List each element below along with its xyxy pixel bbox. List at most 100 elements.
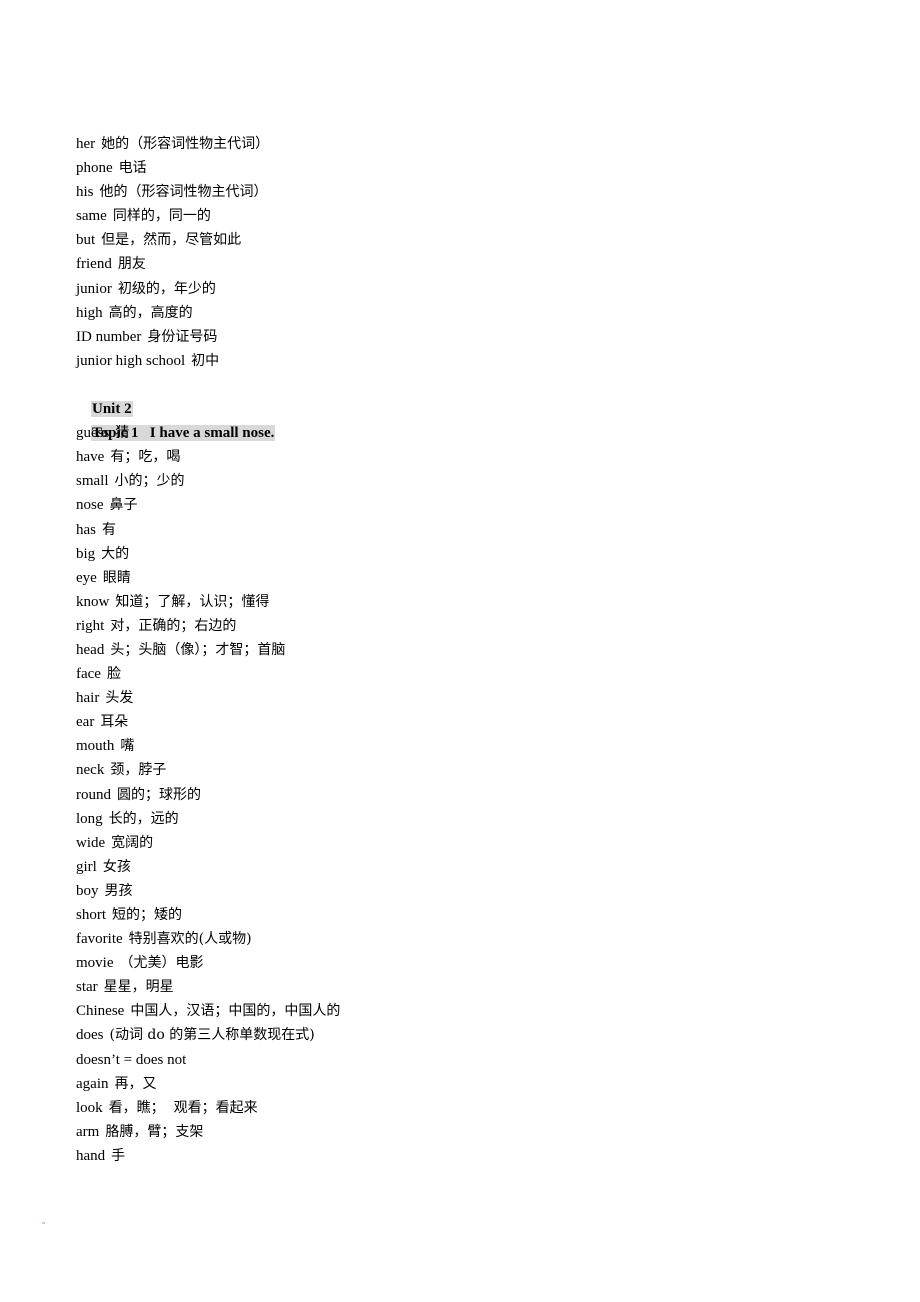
- vocab-definition: 头；头脑（像）；才智；首脑: [110, 641, 286, 658]
- vocab-definition: 鼻子: [109, 497, 138, 514]
- vocab-entry: neck 颈，脖子: [76, 758, 856, 782]
- vocab-term: know: [76, 593, 110, 610]
- vocab-entry: same 同样的，同一的: [76, 204, 856, 228]
- vocab-entry: long 长的，远的: [76, 807, 856, 831]
- vocab-entry: ear 耳朵: [76, 710, 856, 734]
- vocab-definition: （尤美）电影: [119, 955, 204, 972]
- vocab-term: her: [76, 136, 96, 152]
- vocab-entry: boy 男孩: [76, 879, 856, 903]
- vocab-term: ear: [76, 714, 95, 731]
- vocab-term: Chinese: [76, 1003, 125, 1020]
- vocab-definition: 有: [102, 521, 116, 538]
- vocab-definition: 嘴: [120, 738, 135, 755]
- vocab-term: look: [76, 1099, 103, 1116]
- vocab-term: hair: [76, 690, 100, 707]
- vocab-entry: short 短的；矮的: [76, 903, 856, 927]
- vocab-definition: 眼睛: [102, 569, 131, 586]
- vocab-entry: again 再，又: [76, 1072, 856, 1096]
- vocab-term: big: [76, 545, 96, 562]
- vocab-entry: her 她的（形容词性物主代词）: [76, 132, 856, 156]
- vocab-term: guess: [76, 425, 110, 442]
- corner-artifact: [42, 1222, 45, 1224]
- vocab-definition: 颈，脖子: [110, 762, 167, 779]
- vocab-definition: 宽阔的: [111, 834, 154, 851]
- vocab-term: hand: [76, 1147, 106, 1164]
- vocab-entry: look 看，瞧； 观看；看起来: [76, 1096, 856, 1120]
- vocab-term: junior: [76, 280, 112, 297]
- vocab-entry: arm 胳膊，臂；支架: [76, 1120, 856, 1144]
- vocab-term: junior high school: [76, 352, 186, 369]
- vocab-definition: 电话: [118, 160, 147, 177]
- vocab-definition: 有；吃，喝: [110, 449, 181, 466]
- vocab-term: again: [76, 1075, 109, 1092]
- vocab-entry: hair 头发: [76, 686, 856, 710]
- unit-heading-text: Unit 2: [91, 400, 133, 417]
- vocab-definition: 但是，然而，尽管如此: [101, 232, 242, 249]
- vocab-term: high: [76, 304, 103, 321]
- vocab-term: same: [76, 208, 107, 225]
- vocab-definition: 胳膊，臂；支架: [105, 1123, 204, 1140]
- vocab-term: favorite: [76, 931, 123, 948]
- vocab-definition: 初中: [191, 352, 220, 369]
- vocab-definition: 手: [111, 1147, 126, 1164]
- vocab-entry: high 高的，高度的: [76, 301, 856, 325]
- vocab-definition: 朋友: [117, 256, 146, 273]
- vocab-entry: nose 鼻子: [76, 493, 856, 517]
- document-page: her 她的（形容词性物主代词） phone 电话 his 他的（形容词性物主代词） sam…: [76, 132, 856, 1168]
- vocab-entry: movie （尤美）电影: [76, 951, 856, 975]
- vocab-entry: junior 初级的，年少的: [76, 277, 856, 301]
- vocab-entry: right 对，正确的；右边的: [76, 614, 856, 638]
- vocab-entry: small 小的；少的: [76, 469, 856, 493]
- vocab-term: nose: [76, 497, 104, 514]
- vocab-term: ID number: [76, 328, 142, 345]
- vocab-entry: ID number 身份证号码: [76, 325, 856, 349]
- vocab-term: mouth: [76, 738, 115, 755]
- vocab-term: movie: [76, 955, 114, 972]
- vocab-term: boy: [76, 882, 99, 899]
- vocabulary-list-unit2-topic1: guess 猜 have 有；吃，喝 small 小的；少的 nose 鼻子 has 有 big 大的…: [76, 421, 856, 1168]
- vocab-definition: 小的；少的: [114, 473, 185, 490]
- vocab-definition: 同样的，同一的: [112, 208, 211, 225]
- vocabulary-list-unit1-end: her 她的（形容词性物主代词） phone 电话 his 他的（形容词性物主代词） sam…: [76, 132, 856, 373]
- vocab-term: girl: [76, 858, 97, 875]
- vocab-definition: 身份证号码: [147, 328, 218, 345]
- vocab-entry: big 大的: [76, 542, 856, 566]
- vocab-term: right: [76, 617, 105, 634]
- vocab-definition: 她的（形容词性物主代词）: [101, 136, 270, 152]
- vocab-entry: his 他的（形容词性物主代词）: [76, 180, 856, 204]
- vocab-entry: but 但是，然而，尽管如此: [76, 228, 856, 252]
- vocab-term: neck: [76, 762, 105, 779]
- vocab-term: face: [76, 666, 101, 683]
- vocab-entry: junior high school 初中: [76, 349, 856, 373]
- vocab-definition: 头发: [105, 690, 134, 707]
- vocab-entry: face 脸: [76, 662, 856, 686]
- vocab-definition: 星星，明星: [103, 979, 174, 996]
- vocab-entry: has 有: [76, 518, 856, 542]
- vocab-term: friend: [76, 256, 112, 273]
- vocab-entry: know 知道；了解，认识；懂得: [76, 590, 856, 614]
- vocab-term: small: [76, 473, 109, 490]
- vocab-definition: 大的: [101, 545, 130, 562]
- vocab-entry: does (动词 do 的第三人称单数现在式): [76, 1023, 856, 1047]
- vocab-term: star: [76, 979, 98, 996]
- vocab-term: phone: [76, 160, 113, 177]
- vocab-entry: eye 眼睛: [76, 566, 856, 590]
- vocab-definition: 男孩: [104, 882, 133, 899]
- vocab-definition: 长的，远的: [108, 810, 179, 827]
- vocab-entry: have 有；吃，喝: [76, 445, 856, 469]
- vocab-entry: round 圆的；球形的: [76, 783, 856, 807]
- vocab-entry: star 星星，明星: [76, 975, 856, 999]
- vocab-definition: 女孩: [102, 858, 131, 875]
- unit-heading: Unit 2: [76, 373, 856, 417]
- vocab-term: has: [76, 521, 96, 538]
- vocab-definition: 猜: [115, 425, 130, 442]
- vocab-definition: 短的；矮的: [112, 907, 182, 923]
- vocab-entry: hand 手: [76, 1144, 856, 1168]
- vocab-definition: 看，瞧； 观看；看起来: [108, 1099, 258, 1116]
- vocab-definition: 脸: [106, 666, 121, 683]
- vocab-definition: 知道；了解，认识；懂得: [115, 593, 270, 610]
- vocab-definition: 初级的，年少的: [117, 280, 216, 297]
- vocab-entry: doesn’t = does not: [76, 1048, 856, 1072]
- vocab-definition: 他的（形容词性物主代词）: [99, 184, 268, 201]
- vocab-entry: head 头；头脑（像）；才智；首脑: [76, 638, 856, 662]
